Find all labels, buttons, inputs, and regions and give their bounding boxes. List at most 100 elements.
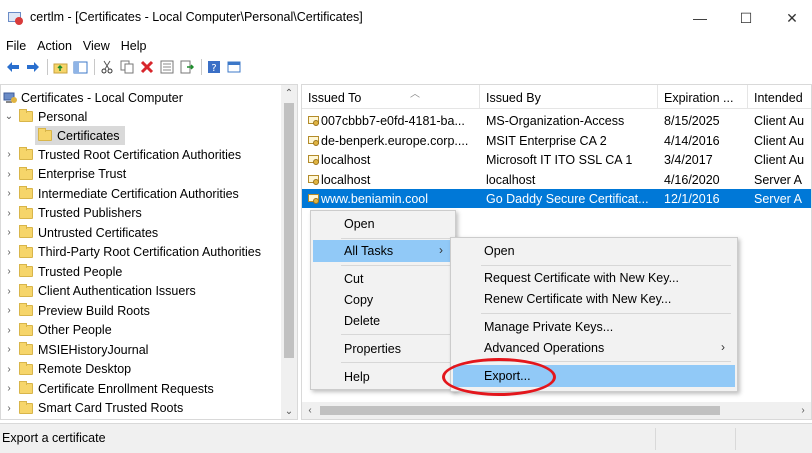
menu-action[interactable]: Action — [31, 36, 77, 56]
scrollbar-thumb[interactable] — [284, 103, 294, 358]
menu-separator — [481, 265, 731, 266]
tree-label: Certificate Enrollment Requests — [38, 381, 214, 396]
chevron-right-icon[interactable]: › — [3, 223, 15, 242]
menu-item-delete[interactable]: Delete — [313, 310, 453, 332]
submenu-item-request-new-key[interactable]: Request Certificate with New Key... — [453, 267, 735, 289]
context-menu: Open All Tasks › Cut Copy Delete Propert… — [310, 210, 456, 390]
help-icon[interactable]: ? — [205, 58, 223, 76]
tree-item[interactable]: › Trusted Root Certification Authorities — [1, 145, 283, 164]
maximize-button[interactable]: ☐ — [723, 0, 769, 36]
chevron-right-icon[interactable]: › — [3, 262, 15, 281]
chevron-down-icon[interactable]: ⌄ — [281, 403, 297, 419]
cell-intended: Client Au — [754, 133, 805, 148]
submenu-item-renew-new-key[interactable]: Renew Certificate with New Key... — [453, 288, 735, 310]
menu-help[interactable]: Help — [115, 36, 152, 56]
menu-item-properties[interactable]: Properties — [313, 338, 453, 360]
tree-label: Trusted Root Certification Authorities — [38, 147, 242, 162]
tree-root[interactable]: Certificates - Local Computer — [1, 88, 283, 107]
computer-icon — [3, 92, 17, 103]
chevron-right-icon[interactable]: › — [3, 243, 15, 262]
chevron-right-icon[interactable]: › — [3, 399, 15, 418]
table-row[interactable]: www.beniamin.cool Go Daddy Secure Certifi… — [302, 189, 811, 208]
tree-label: Personal — [38, 109, 88, 124]
chevron-right-icon[interactable]: › — [3, 145, 15, 164]
menu-item-cut[interactable]: Cut — [313, 268, 453, 290]
forward-arrow-icon[interactable] — [24, 58, 42, 76]
close-button[interactable]: ✕ — [769, 0, 812, 36]
chevron-right-icon[interactable]: › — [3, 379, 15, 398]
tree-item[interactable]: › Client Authentication Issuers — [1, 282, 283, 301]
menu-view[interactable]: View — [77, 36, 115, 56]
back-arrow-icon[interactable] — [4, 58, 22, 76]
status-bar: Export a certificate — [0, 423, 812, 453]
list-horizontal-scrollbar[interactable]: ‹ › — [302, 402, 811, 419]
tree-item[interactable]: › Untrusted Certificates — [1, 223, 283, 242]
chevron-right-icon[interactable]: › — [3, 301, 15, 320]
tree-label: Preview Build Roots — [38, 303, 150, 318]
tree-item[interactable]: › Third-Party Root Certification Authorit… — [1, 243, 283, 262]
chevron-right-icon[interactable]: › — [795, 402, 811, 419]
tree-item-personal[interactable]: ⌄ Personal — [1, 107, 283, 126]
table-row[interactable]: localhost localhost 4/16/2020 Server A — [302, 170, 811, 189]
tree-item[interactable]: › Trusted Publishers — [1, 204, 283, 223]
cell-expiration: 3/4/2017 — [664, 153, 713, 167]
tree-item[interactable]: › Trusted People — [1, 262, 283, 281]
copy-icon[interactable] — [118, 58, 136, 76]
tree-item[interactable]: › Intermediate Certification Authorities — [1, 184, 283, 203]
minimize-button[interactable]: — — [677, 0, 723, 36]
console-tree[interactable]: Certificates - Local Computer ⌄ Personal… — [0, 84, 298, 420]
cut-icon[interactable] — [98, 58, 116, 76]
submenu-item-open[interactable]: Open — [453, 240, 735, 262]
tree-item[interactable]: › Enterprise Trust — [1, 165, 283, 184]
chevron-right-icon[interactable]: › — [3, 204, 15, 223]
column-issued-to[interactable]: Issued To — [302, 85, 480, 109]
chevron-right-icon[interactable]: › — [3, 360, 15, 379]
menu-item-open[interactable]: Open — [313, 213, 453, 235]
properties-icon[interactable] — [158, 58, 176, 76]
chevron-left-icon[interactable]: ‹ — [302, 402, 318, 419]
certificate-icon — [308, 135, 319, 146]
tree-item-certificates[interactable]: Certificates — [35, 126, 125, 145]
tree-item[interactable]: › Smart Card Trusted Roots — [1, 399, 283, 418]
chevron-right-icon[interactable]: › — [3, 184, 15, 203]
column-expiration[interactable]: Expiration ... — [658, 85, 748, 109]
up-folder-icon[interactable] — [51, 58, 69, 76]
tree-item[interactable]: › Preview Build Roots — [1, 301, 283, 320]
menu-file[interactable]: File — [0, 36, 31, 56]
column-issued-by[interactable]: Issued By — [480, 85, 658, 109]
scrollbar-thumb[interactable] — [320, 406, 720, 415]
tree-label: MSIEHistoryJournal — [38, 342, 149, 357]
chevron-down-icon[interactable]: ⌄ — [3, 107, 15, 126]
cell-expiration: 4/14/2016 — [664, 133, 720, 148]
menu-item-help[interactable]: Help — [313, 366, 453, 388]
folder-icon — [19, 283, 33, 297]
folder-icon — [19, 322, 33, 336]
menu-item-all-tasks[interactable]: All Tasks › — [313, 240, 453, 262]
console-view-icon[interactable] — [225, 58, 243, 76]
export-list-icon[interactable] — [178, 58, 196, 76]
tree-item[interactable]: › Other People — [1, 321, 283, 340]
folder-icon — [19, 205, 33, 219]
chevron-right-icon[interactable]: › — [3, 321, 15, 340]
menu-separator — [341, 238, 451, 239]
chevron-right-icon[interactable]: › — [3, 165, 15, 184]
cell-issued-by: Microsoft IT ITO SSL CA 1 — [486, 153, 633, 167]
table-row[interactable]: localhost Microsoft IT ITO SSL CA 1 3/4/20… — [302, 150, 811, 169]
chevron-right-icon[interactable]: › — [3, 282, 15, 301]
folder-icon — [19, 186, 33, 199]
tree-vertical-scrollbar[interactable]: ⌃ ⌄ — [281, 85, 297, 419]
menu-item-copy[interactable]: Copy — [313, 289, 453, 311]
column-intended[interactable]: Intended — [748, 85, 811, 109]
delete-icon[interactable] — [138, 58, 156, 76]
show-tree-icon[interactable] — [71, 58, 89, 76]
certificate-app-icon — [8, 12, 23, 25]
submenu-item-manage-private-keys[interactable]: Manage Private Keys... — [453, 316, 735, 338]
tree-item[interactable]: › Certificate Enrollment Requests — [1, 379, 283, 398]
chevron-right-icon[interactable]: › — [3, 340, 15, 359]
table-row[interactable]: de-benperk.europe.corp.... MSIT Enterpris… — [302, 131, 811, 150]
tree-item[interactable]: › Remote Desktop — [1, 360, 283, 379]
chevron-up-icon[interactable]: ⌃ — [281, 85, 297, 101]
submenu-item-advanced-operations[interactable]: Advanced Operations › — [453, 337, 735, 359]
table-row[interactable]: 007cbbb7-e0fd-4181-ba... MS-Organization-… — [302, 111, 811, 130]
tree-item[interactable]: › MSIEHistoryJournal — [1, 340, 283, 359]
